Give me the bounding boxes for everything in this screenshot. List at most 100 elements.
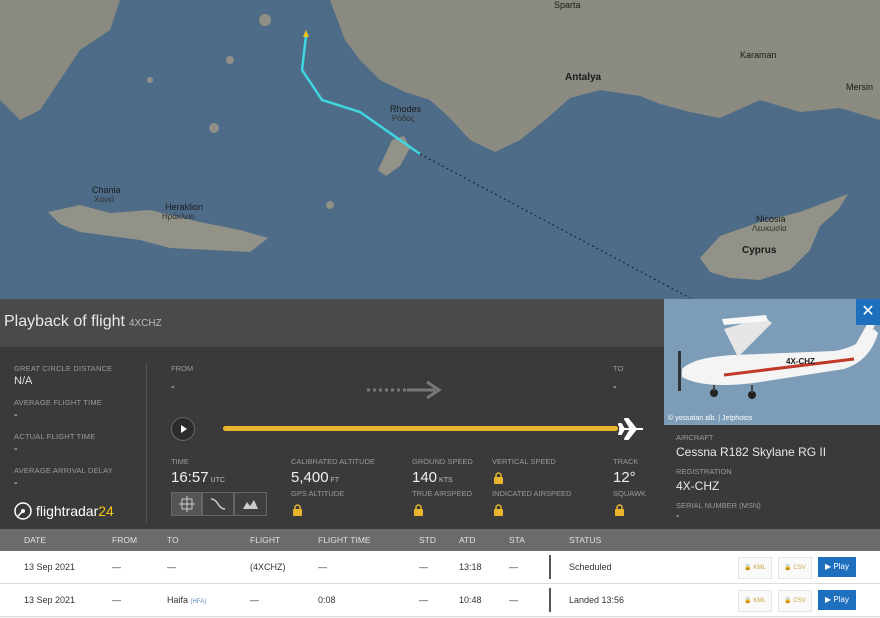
route-section: FROM - TO - TIME 16:57 UTC CALIBRATED AL… (147, 347, 664, 529)
logo-text-number: 24 (98, 503, 114, 519)
view-2d-button[interactable] (171, 492, 202, 516)
header-to: TO (167, 535, 179, 545)
table-row[interactable]: 13 Sep 2021 — — (4XCHZ) — — 13:18 — Sche… (0, 551, 880, 584)
header-sta: STA (509, 535, 525, 545)
ground-speed-text: 140 (412, 469, 438, 486)
close-button[interactable]: ✕ (856, 299, 880, 325)
stat-label: AVERAGE ARRIVAL DELAY (14, 466, 113, 475)
registration-label: REGISTRATION (676, 467, 732, 476)
time-value: 16:57 UTC (171, 469, 225, 486)
route-icon (210, 498, 226, 510)
close-icon: ✕ (861, 303, 875, 320)
cell-atd: 13:18 (459, 562, 482, 572)
header-date: DATE (24, 535, 47, 545)
cell-to-city: — (167, 562, 176, 572)
map-label-heraklion-gr: Ηράκλειο (162, 212, 195, 221)
map-label-nicosia-gr: Λευκωσία (752, 224, 787, 233)
calibrated-altitude-unit: FT (330, 477, 340, 484)
table-row[interactable]: 13 Sep 2021 — Haifa (HFA) — 0:08 — 10:48… (0, 584, 880, 617)
cell-to: Haifa (HFA) (167, 595, 206, 605)
stat-average-arrival-delay: AVERAGE ARRIVAL DELAY - (14, 466, 113, 489)
crosshair-icon (179, 496, 195, 512)
kml-button[interactable]: 🔒 KML (738, 557, 772, 579)
cell-status: Landed 13:56 (569, 595, 625, 605)
track-value: 12° (613, 469, 636, 486)
cell-date: 13 Sep 2021 (24, 595, 76, 605)
cell-flight-time: — (318, 562, 327, 572)
stat-label: AVERAGE FLIGHT TIME (14, 398, 102, 407)
squawk-label: SQUAWK (613, 489, 647, 498)
kml-label: KML (753, 598, 766, 604)
altitude-chart-icon (243, 500, 258, 509)
registration-value: 4X-CHZ (676, 479, 720, 493)
stat-value: - (14, 443, 18, 455)
play-label: Play (833, 562, 849, 571)
cell-flight: (4XCHZ) (250, 562, 286, 572)
stat-label: ACTUAL FLIGHT TIME (14, 432, 96, 441)
stat-value: - (14, 409, 18, 421)
view-altitude-button[interactable] (234, 492, 267, 516)
csv-label: CSV (793, 598, 806, 604)
cell-to-city: Haifa (167, 595, 189, 605)
serial-value: - (676, 511, 680, 522)
photo-credit[interactable]: © yossatan alb. | Jetphotos (668, 415, 752, 422)
lock-icon[interactable] (292, 504, 303, 516)
time-label: TIME (171, 457, 189, 466)
lock-icon[interactable] (493, 472, 504, 484)
map-label-nicosia: Nicosia (756, 214, 786, 224)
logo-text-main: flightradar (36, 503, 99, 519)
kml-button[interactable]: 🔒 KML (738, 590, 772, 612)
play-button[interactable] (171, 417, 195, 441)
play-label: Play (833, 595, 849, 604)
time-unit: UTC (210, 477, 225, 484)
map-label-sparta: Sparta (554, 0, 581, 10)
status-marker (549, 588, 551, 612)
flight-map[interactable]: Antalya Karaman Mersin Sparta Rhodes Ρόδ… (0, 0, 880, 300)
header-std: STD (419, 535, 436, 545)
stat-value: N/A (14, 375, 33, 387)
aircraft-model: Cessna R182 Skylane RG II (676, 445, 827, 459)
lock-icon[interactable] (493, 504, 504, 516)
cell-flight: — (250, 595, 259, 605)
progress-track[interactable] (223, 426, 618, 431)
map-label-karaman: Karaman (740, 50, 777, 60)
gps-altitude-label: GPS ALTITUDE (291, 489, 345, 498)
stat-great-circle-distance: GREAT CIRCLE DISTANCE N/A (14, 364, 112, 387)
play-row-button[interactable]: ▶ Play (818, 590, 856, 610)
progress-fill (223, 426, 618, 431)
header-status: STATUS (569, 535, 602, 545)
cell-sta: — (509, 562, 518, 572)
indicated-airspeed-label: INDICATED AIRSPEED (492, 489, 572, 498)
lock-icon[interactable] (614, 504, 625, 516)
flight-playback-panel: Playback of flight 4XCHZ 4X-CHZ © yossata… (0, 299, 880, 618)
stat-actual-flight-time: ACTUAL FLIGHT TIME - (14, 432, 95, 455)
ground-speed-value: 140 KTS (412, 469, 453, 486)
view-route-button[interactable] (202, 492, 234, 516)
cell-to-code[interactable]: (HFA) (191, 599, 207, 605)
cell-from: — (112, 562, 121, 572)
route-arrow-icon (367, 380, 442, 400)
aircraft-label: AIRCRAFT (676, 433, 714, 442)
play-icon: ▶ (825, 595, 832, 604)
status-marker (549, 555, 551, 579)
header-flight: FLIGHT (250, 535, 281, 545)
header-atd: ATD (459, 535, 476, 545)
calibrated-altitude-value: 5,400 FT (291, 469, 339, 486)
airplane-icon[interactable] (617, 417, 645, 441)
panel-header: Playback of flight 4XCHZ (0, 299, 664, 347)
play-row-button[interactable]: ▶ Play (818, 557, 856, 577)
flight-history-table: DATE FROM TO FLIGHT FLIGHT TIME STD ATD … (0, 529, 880, 618)
kml-label: KML (753, 565, 766, 571)
to-value: - (613, 381, 617, 393)
logo-text: flightradar24 (36, 503, 114, 519)
lock-icon[interactable] (413, 504, 424, 516)
panel-title-text: Playback of flight (4, 313, 125, 330)
aircraft-photo[interactable]: 4X-CHZ © yossatan alb. | Jetphotos ✕ (664, 299, 880, 425)
csv-label: CSV (793, 565, 806, 571)
to-label: TO (613, 364, 624, 373)
csv-button[interactable]: 🔒 CSV (778, 557, 812, 579)
cell-flight-time: 0:08 (318, 595, 336, 605)
map-label-cyprus: Cyprus (742, 245, 777, 256)
csv-button[interactable]: 🔒 CSV (778, 590, 812, 612)
vertical-speed-label: VERTICAL SPEED (492, 457, 556, 466)
